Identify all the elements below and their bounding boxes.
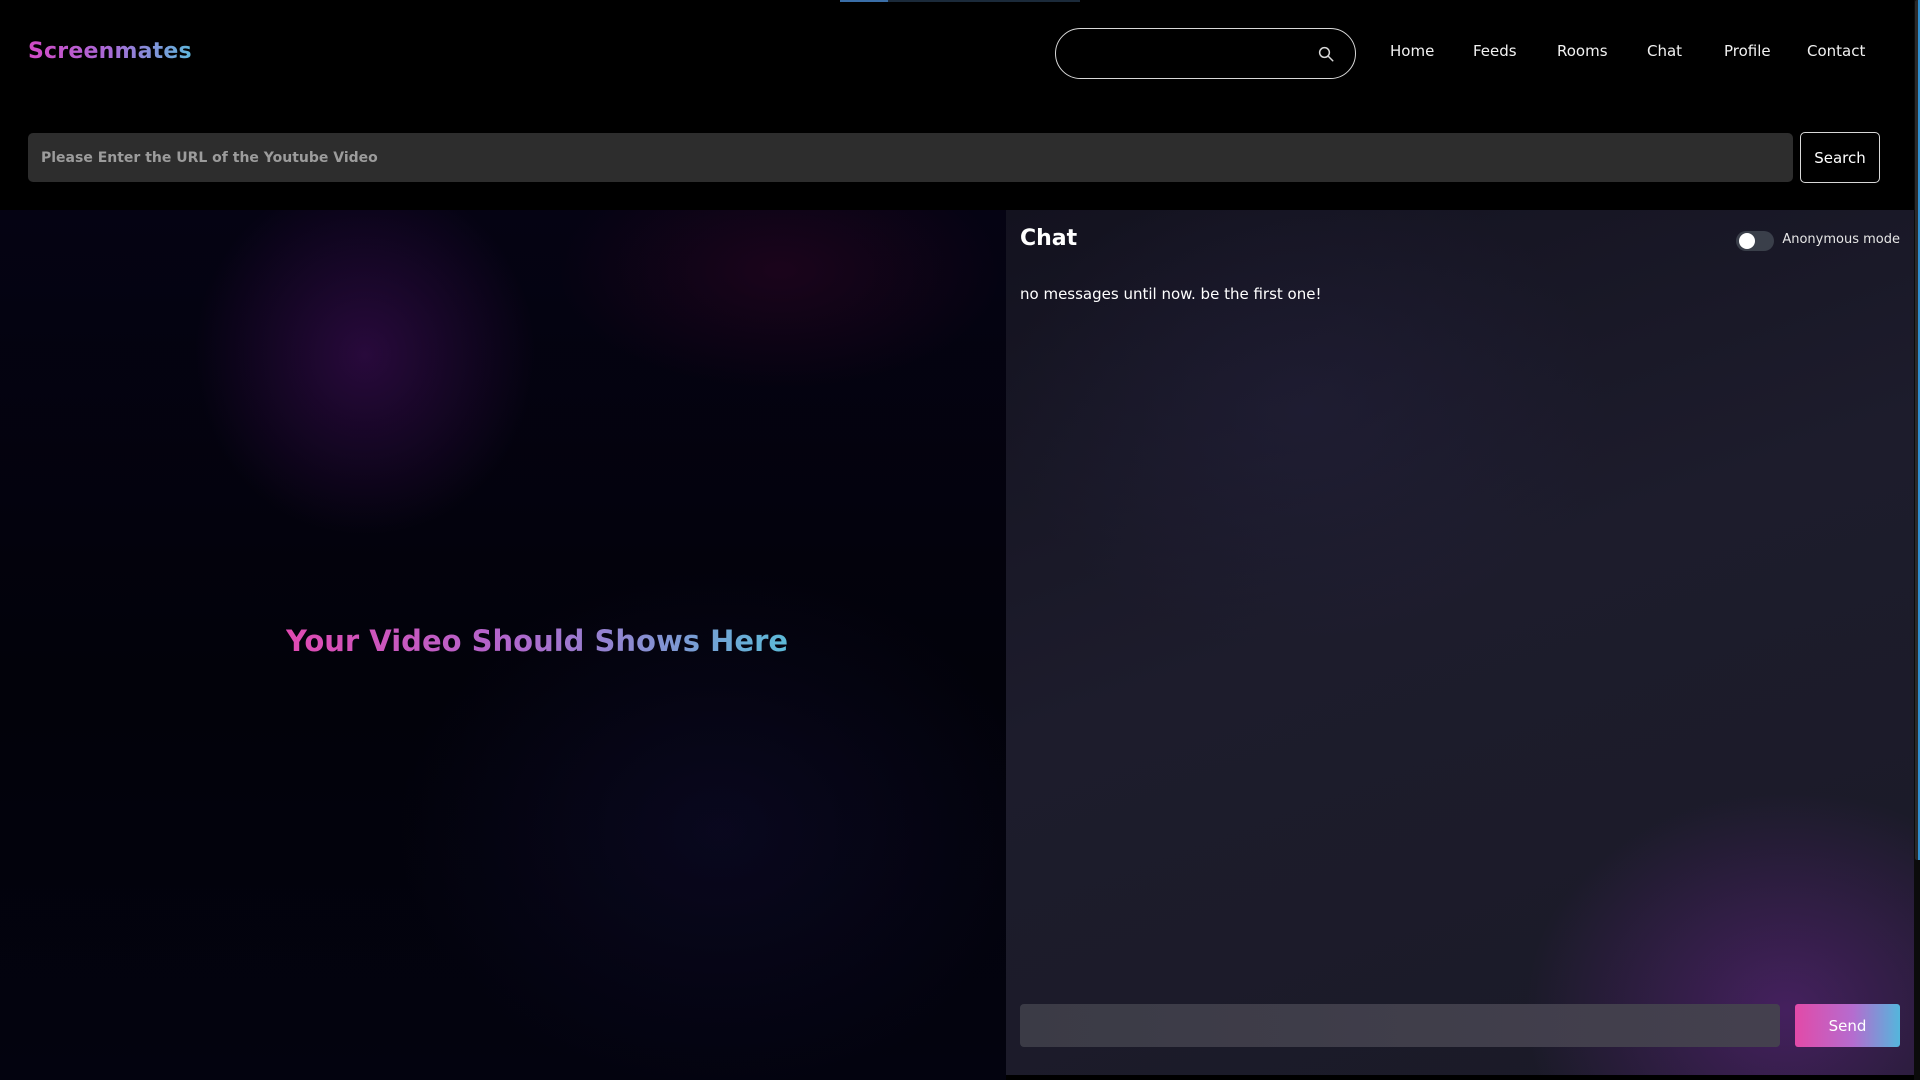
page-scrollbar[interactable] <box>1914 0 1920 1080</box>
top-header: Screenmates Home Feeds Rooms Chat Profil… <box>0 0 1920 106</box>
video-area: Your Video Should Shows Here <box>0 210 1006 1080</box>
anonymous-mode-control: Anonymous mode <box>1730 230 1900 252</box>
page: Screenmates Home Feeds Rooms Chat Profil… <box>0 0 1920 1080</box>
video-placeholder-text: Your Video Should Shows Here <box>286 624 789 658</box>
send-button[interactable]: Send <box>1795 1004 1900 1047</box>
chat-title: Chat <box>1020 226 1078 251</box>
header-search-input[interactable] <box>1074 39 1304 69</box>
anonymous-mode-label: Anonymous mode <box>1782 232 1900 247</box>
nav-profile[interactable]: Profile <box>1724 42 1771 60</box>
search-icon[interactable] <box>1317 45 1335 63</box>
toggle-knob <box>1739 233 1755 249</box>
url-search-button[interactable]: Search <box>1800 132 1880 183</box>
nav-feeds[interactable]: Feeds <box>1473 42 1517 60</box>
chat-empty-message: no messages until now. be the first one! <box>1020 285 1322 303</box>
chat-message-input[interactable] <box>1020 1004 1780 1047</box>
youtube-url-input[interactable] <box>28 133 1793 182</box>
nav-home[interactable]: Home <box>1390 42 1434 60</box>
chat-panel: Chat Anonymous mode no messages until no… <box>1006 210 1914 1075</box>
anonymous-mode-toggle[interactable] <box>1736 231 1774 251</box>
nav-chat[interactable]: Chat <box>1647 42 1682 60</box>
nav-rooms[interactable]: Rooms <box>1557 42 1608 60</box>
nav-contact[interactable]: Contact <box>1807 42 1865 60</box>
app-logo[interactable]: Screenmates <box>28 39 192 64</box>
header-search-box[interactable] <box>1055 28 1356 79</box>
